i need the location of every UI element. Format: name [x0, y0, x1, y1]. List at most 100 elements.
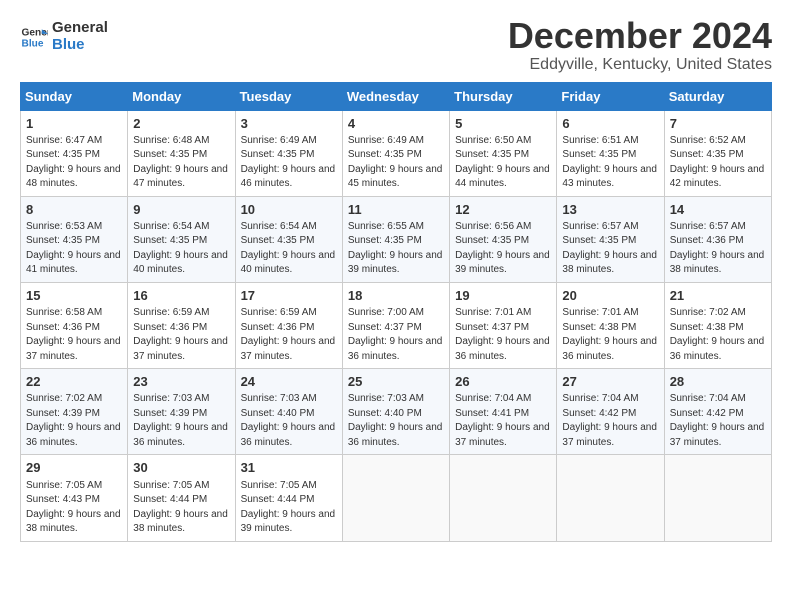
calendar-body: 1Sunrise: 6:47 AMSunset: 4:35 PMDaylight…	[21, 110, 772, 541]
day-info: Sunrise: 6:49 AMSunset: 4:35 PMDaylight:…	[241, 134, 337, 192]
week-row-4: 22Sunrise: 7:02 AMSunset: 4:39 PMDayligh…	[21, 369, 772, 455]
day-info: Sunrise: 7:01 AMSunset: 4:37 PMDaylight:…	[455, 306, 551, 364]
weekday-saturday: Saturday	[664, 82, 771, 110]
calendar-cell: 27Sunrise: 7:04 AMSunset: 4:42 PMDayligh…	[557, 369, 664, 455]
day-info: Sunrise: 7:05 AMSunset: 4:44 PMDaylight:…	[241, 479, 337, 537]
calendar-cell: 19Sunrise: 7:01 AMSunset: 4:37 PMDayligh…	[450, 282, 557, 368]
day-number: 30	[133, 459, 229, 477]
day-info: Sunrise: 7:05 AMSunset: 4:43 PMDaylight:…	[26, 479, 122, 537]
calendar-cell: 13Sunrise: 6:57 AMSunset: 4:35 PMDayligh…	[557, 196, 664, 282]
day-info: Sunrise: 7:04 AMSunset: 4:42 PMDaylight:…	[562, 392, 658, 450]
day-number: 21	[670, 287, 766, 305]
day-number: 10	[241, 201, 337, 219]
day-info: Sunrise: 6:48 AMSunset: 4:35 PMDaylight:…	[133, 134, 229, 192]
calendar-table: SundayMondayTuesdayWednesdayThursdayFrid…	[20, 82, 772, 542]
calendar-cell: 9Sunrise: 6:54 AMSunset: 4:35 PMDaylight…	[128, 196, 235, 282]
day-number: 7	[670, 115, 766, 133]
location-title: Eddyville, Kentucky, United States	[508, 56, 772, 74]
day-number: 18	[348, 287, 444, 305]
day-info: Sunrise: 6:47 AMSunset: 4:35 PMDaylight:…	[26, 134, 122, 192]
day-number: 4	[348, 115, 444, 133]
logo: General Blue General Blue	[20, 20, 108, 53]
logo-line1: General	[52, 20, 108, 37]
weekday-sunday: Sunday	[21, 82, 128, 110]
title-area: December 2024 Eddyville, Kentucky, Unite…	[508, 16, 772, 74]
day-info: Sunrise: 6:52 AMSunset: 4:35 PMDaylight:…	[670, 134, 766, 192]
calendar-cell: 23Sunrise: 7:03 AMSunset: 4:39 PMDayligh…	[128, 369, 235, 455]
day-number: 19	[455, 287, 551, 305]
calendar-cell: 3Sunrise: 6:49 AMSunset: 4:35 PMDaylight…	[235, 110, 342, 196]
day-number: 28	[670, 373, 766, 391]
day-number: 14	[670, 201, 766, 219]
weekday-tuesday: Tuesday	[235, 82, 342, 110]
day-info: Sunrise: 7:02 AMSunset: 4:38 PMDaylight:…	[670, 306, 766, 364]
calendar-cell: 10Sunrise: 6:54 AMSunset: 4:35 PMDayligh…	[235, 196, 342, 282]
day-info: Sunrise: 6:59 AMSunset: 4:36 PMDaylight:…	[133, 306, 229, 364]
week-row-5: 29 Sunrise: 7:05 AMSunset: 4:43 PMDayligh…	[21, 455, 772, 541]
logo-line2: Blue	[52, 37, 108, 54]
day-number: 16	[133, 287, 229, 305]
day-info: Sunrise: 7:05 AMSunset: 4:44 PMDaylight:…	[133, 479, 229, 537]
day-info: Sunrise: 7:02 AMSunset: 4:39 PMDaylight:…	[26, 392, 122, 450]
calendar-cell: 18Sunrise: 7:00 AMSunset: 4:37 PMDayligh…	[342, 282, 449, 368]
weekday-monday: Monday	[128, 82, 235, 110]
calendar-cell: 5Sunrise: 6:50 AMSunset: 4:35 PMDaylight…	[450, 110, 557, 196]
day-info: Sunrise: 6:57 AMSunset: 4:36 PMDaylight:…	[670, 220, 766, 278]
calendar-cell: 25Sunrise: 7:03 AMSunset: 4:40 PMDayligh…	[342, 369, 449, 455]
calendar-cell: 21Sunrise: 7:02 AMSunset: 4:38 PMDayligh…	[664, 282, 771, 368]
day-info: Sunrise: 6:49 AMSunset: 4:35 PMDaylight:…	[348, 134, 444, 192]
day-info: Sunrise: 6:50 AMSunset: 4:35 PMDaylight:…	[455, 134, 551, 192]
day-info: Sunrise: 6:54 AMSunset: 4:35 PMDaylight:…	[133, 220, 229, 278]
day-number: 15	[26, 287, 122, 305]
day-info: Sunrise: 7:04 AMSunset: 4:41 PMDaylight:…	[455, 392, 551, 450]
svg-text:Blue: Blue	[22, 38, 44, 49]
day-info: Sunrise: 7:01 AMSunset: 4:38 PMDaylight:…	[562, 306, 658, 364]
day-number: 9	[133, 201, 229, 219]
calendar-cell: 28Sunrise: 7:04 AMSunset: 4:42 PMDayligh…	[664, 369, 771, 455]
calendar-cell: 29 Sunrise: 7:05 AMSunset: 4:43 PMDayligh…	[21, 455, 128, 541]
day-info: Sunrise: 7:00 AMSunset: 4:37 PMDaylight:…	[348, 306, 444, 364]
day-number: 2	[133, 115, 229, 133]
calendar-cell: 20Sunrise: 7:01 AMSunset: 4:38 PMDayligh…	[557, 282, 664, 368]
calendar-cell: 31 Sunrise: 7:05 AMSunset: 4:44 PMDayligh…	[235, 455, 342, 541]
day-number: 1	[26, 115, 122, 133]
day-info: Sunrise: 7:03 AMSunset: 4:40 PMDaylight:…	[241, 392, 337, 450]
calendar-cell: 22Sunrise: 7:02 AMSunset: 4:39 PMDayligh…	[21, 369, 128, 455]
day-number: 17	[241, 287, 337, 305]
day-number: 5	[455, 115, 551, 133]
weekday-wednesday: Wednesday	[342, 82, 449, 110]
calendar-cell: 4Sunrise: 6:49 AMSunset: 4:35 PMDaylight…	[342, 110, 449, 196]
calendar-cell: 11Sunrise: 6:55 AMSunset: 4:35 PMDayligh…	[342, 196, 449, 282]
day-number: 29	[26, 459, 122, 477]
calendar-cell: 30 Sunrise: 7:05 AMSunset: 4:44 PMDayligh…	[128, 455, 235, 541]
calendar-cell: 14Sunrise: 6:57 AMSunset: 4:36 PMDayligh…	[664, 196, 771, 282]
calendar-cell: 7Sunrise: 6:52 AMSunset: 4:35 PMDaylight…	[664, 110, 771, 196]
calendar-cell	[342, 455, 449, 541]
day-number: 11	[348, 201, 444, 219]
day-info: Sunrise: 6:58 AMSunset: 4:36 PMDaylight:…	[26, 306, 122, 364]
page-header: General Blue General Blue December 2024 …	[20, 16, 772, 74]
week-row-2: 8Sunrise: 6:53 AMSunset: 4:35 PMDaylight…	[21, 196, 772, 282]
calendar-cell	[557, 455, 664, 541]
weekday-friday: Friday	[557, 82, 664, 110]
calendar-cell	[450, 455, 557, 541]
day-number: 31	[241, 459, 337, 477]
day-number: 20	[562, 287, 658, 305]
day-info: Sunrise: 6:56 AMSunset: 4:35 PMDaylight:…	[455, 220, 551, 278]
day-info: Sunrise: 7:03 AMSunset: 4:39 PMDaylight:…	[133, 392, 229, 450]
calendar-cell: 6Sunrise: 6:51 AMSunset: 4:35 PMDaylight…	[557, 110, 664, 196]
day-number: 12	[455, 201, 551, 219]
month-title: December 2024	[508, 16, 772, 56]
day-number: 26	[455, 373, 551, 391]
weekday-header-row: SundayMondayTuesdayWednesdayThursdayFrid…	[21, 82, 772, 110]
calendar-cell	[664, 455, 771, 541]
day-number: 6	[562, 115, 658, 133]
calendar-cell: 17Sunrise: 6:59 AMSunset: 4:36 PMDayligh…	[235, 282, 342, 368]
day-number: 25	[348, 373, 444, 391]
day-info: Sunrise: 6:57 AMSunset: 4:35 PMDaylight:…	[562, 220, 658, 278]
calendar-cell: 16Sunrise: 6:59 AMSunset: 4:36 PMDayligh…	[128, 282, 235, 368]
calendar-cell: 2Sunrise: 6:48 AMSunset: 4:35 PMDaylight…	[128, 110, 235, 196]
day-info: Sunrise: 6:59 AMSunset: 4:36 PMDaylight:…	[241, 306, 337, 364]
day-number: 8	[26, 201, 122, 219]
calendar-cell: 15Sunrise: 6:58 AMSunset: 4:36 PMDayligh…	[21, 282, 128, 368]
